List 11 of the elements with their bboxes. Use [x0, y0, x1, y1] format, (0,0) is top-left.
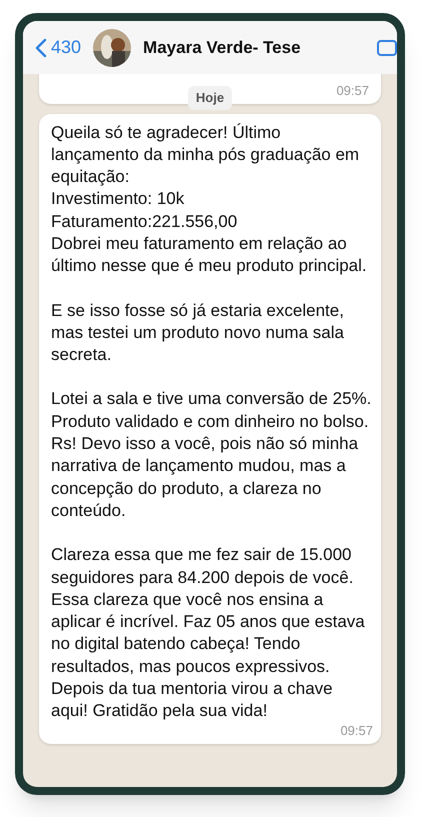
message-time: 09:57: [340, 722, 373, 740]
message-text: Clareza essa que me fez sair de 15.000 seguidores para 84.200 depois de você. Essa clareza que você nos ensina a aplicar é incrível. Faz 05 anos que estava no digital batendo cabeça! Tendo resultados, mas poucos expressivos. Depois da tua mentoria virou a chave aqui! Gratidão pela sua vida!: [51, 544, 366, 722]
contact-name: Mayara Verde- Tese: [143, 36, 301, 59]
date-badge: Hoje: [188, 86, 232, 110]
message-text: E se isso fosse só já estaria excelente, mas testei um produto novo numa sala secreta.: [51, 300, 345, 366]
back-button[interactable]: 430: [35, 34, 82, 61]
video-call-icon[interactable]: [377, 38, 397, 56]
message-time: 09:57: [336, 82, 369, 100]
back-icon: [35, 38, 47, 58]
message-text: Lotei a sala e tive uma conversão de 25%. Produto validado e com dinheiro no bolso. Rs! Devo isso a você, pois não só minha narrativa de lançamento mudou, mas a concepção do produto, a clareza no conteúdo.: [51, 388, 372, 522]
message-text: Queila só te agradecer! Último lançamento da minha pós graduação em equitação: Investimento: 10k Faturamento:221.556,00 Dobrei meu faturamento em relação ao último nesse que é meu produto principal.: [51, 122, 368, 278]
